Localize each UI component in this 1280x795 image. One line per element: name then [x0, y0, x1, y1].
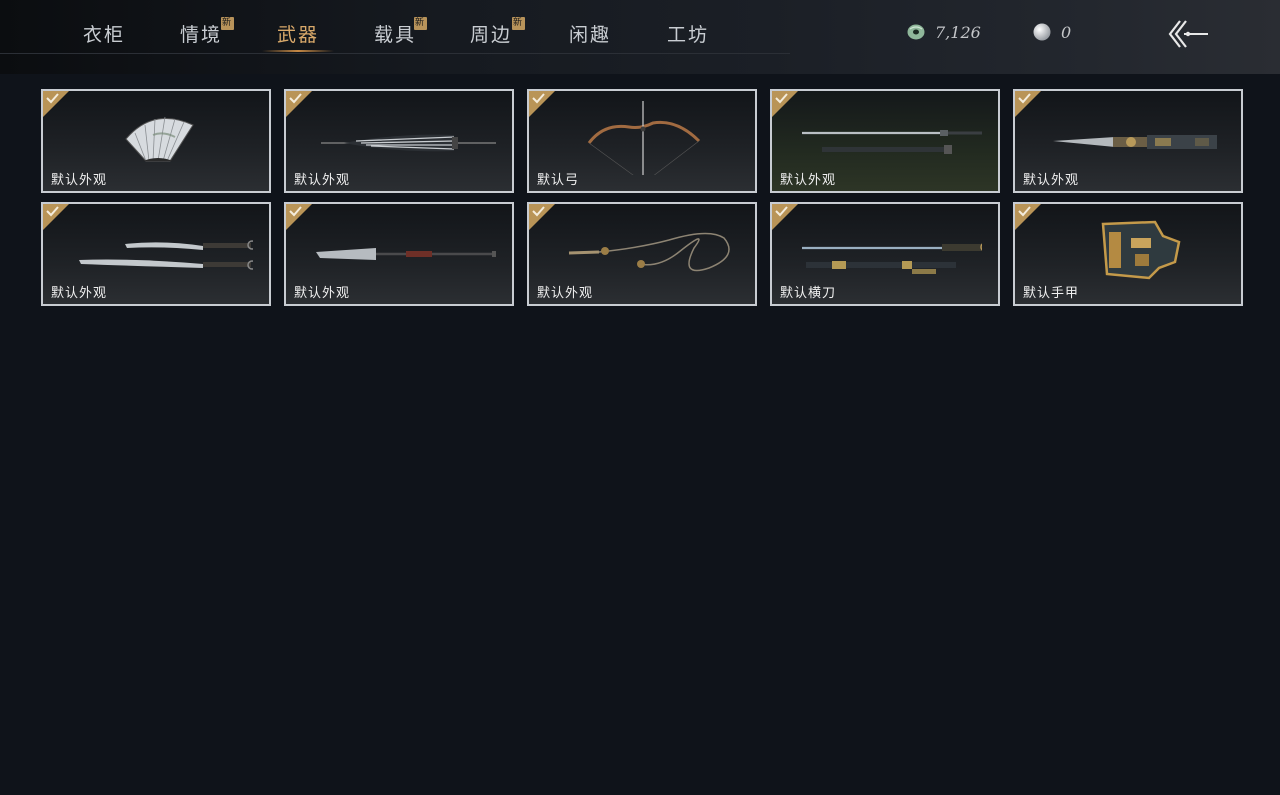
- check-icon: [1018, 206, 1031, 217]
- check-icon: [1018, 93, 1031, 104]
- fan-icon: [125, 116, 194, 162]
- weapon-card-gauntlet[interactable]: 默认手甲: [1013, 202, 1243, 306]
- weapon-card-hengdao[interactable]: 默认横刀: [770, 202, 1000, 306]
- tab-leisure[interactable]: 闲趣: [550, 20, 630, 52]
- weapon-card-ornate-blade[interactable]: 默认外观: [1013, 89, 1243, 193]
- back-button[interactable]: [1166, 17, 1210, 51]
- check-icon: [46, 206, 59, 217]
- check-icon: [289, 206, 302, 217]
- weapon-card-sword[interactable]: 默认外观: [770, 89, 1000, 193]
- pearl-currency: 0: [1033, 20, 1071, 44]
- bow-icon: [587, 101, 701, 175]
- glaive-icon: [316, 248, 496, 260]
- weapon-name: 默认手甲: [1023, 286, 1080, 301]
- check-icon: [532, 206, 545, 217]
- tab-weapons[interactable]: 武器: [258, 20, 338, 52]
- twin-sabres-icon: [79, 240, 253, 270]
- ornate-blade-icon: [1053, 135, 1217, 149]
- jade-currency: 7,126: [907, 20, 981, 44]
- check-icon: [775, 93, 788, 104]
- category-tabs: 衣柜 情境新 武器 载具新 周边新 闲趣 工坊: [0, 0, 790, 54]
- hengdao-icon: [802, 243, 982, 274]
- weapon-card-twin-sabres[interactable]: 默认外观: [41, 202, 271, 306]
- check-icon: [775, 206, 788, 217]
- weapon-name: 默认弓: [537, 173, 580, 188]
- weapon-name: 默认外观: [294, 173, 351, 188]
- jade-coin-icon: [907, 24, 925, 40]
- back-arrow-icon: [1168, 20, 1208, 48]
- new-badge: 新: [512, 17, 525, 30]
- umbrella-icon: [321, 134, 496, 152]
- new-badge: 新: [414, 17, 427, 30]
- new-badge: 新: [221, 17, 234, 30]
- weapon-name: 默认外观: [780, 173, 837, 188]
- weapon-name: 默认外观: [1023, 173, 1080, 188]
- tab-scenes[interactable]: 情境新: [161, 17, 241, 52]
- check-icon: [532, 93, 545, 104]
- jade-amount: 7,126: [935, 22, 981, 42]
- tab-workshop[interactable]: 工坊: [648, 20, 728, 52]
- weapon-card-bow[interactable]: 默认弓: [527, 89, 757, 193]
- rope-dart-icon: [568, 232, 730, 272]
- weapon-name: 默认外观: [51, 286, 108, 301]
- pearl-icon: [1033, 23, 1051, 41]
- gauntlet-icon: [1101, 220, 1181, 280]
- weapon-card-fan[interactable]: 默认外观: [41, 89, 271, 193]
- weapon-name: 默认横刀: [780, 286, 837, 301]
- check-icon: [289, 93, 302, 104]
- weapon-name: 默认外观: [294, 286, 351, 301]
- tab-peripherals[interactable]: 周边新: [451, 17, 531, 52]
- top-bar: 衣柜 情境新 武器 载具新 周边新 闲趣 工坊 7,126 0: [0, 0, 1280, 74]
- weapon-card-glaive[interactable]: 默认外观: [284, 202, 514, 306]
- weapon-card-umbrella[interactable]: 默认外观: [284, 89, 514, 193]
- check-icon: [46, 93, 59, 104]
- sword-icon: [802, 130, 982, 154]
- weapon-card-rope-dart[interactable]: 默认外观: [527, 202, 757, 306]
- pearl-amount: 0: [1061, 22, 1072, 42]
- weapon-name: 默认外观: [537, 286, 594, 301]
- weapon-name: 默认外观: [51, 173, 108, 188]
- tab-wardrobe[interactable]: 衣柜: [64, 20, 144, 52]
- tab-vehicles[interactable]: 载具新: [355, 17, 435, 52]
